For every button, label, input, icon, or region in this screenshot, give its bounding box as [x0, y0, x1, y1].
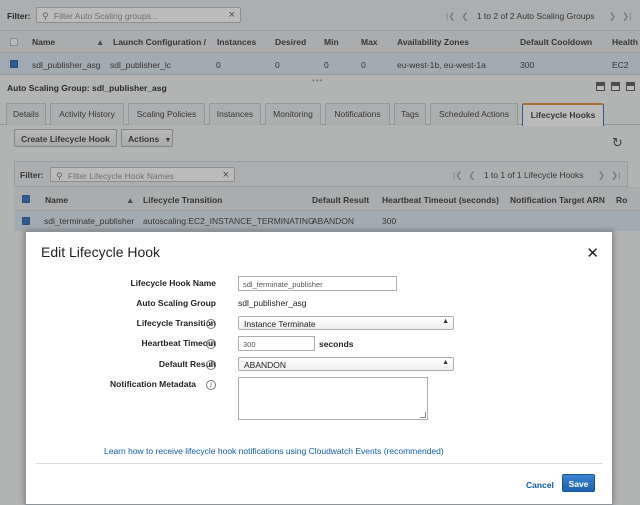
dialog-title: Edit Lifecycle Hook [41, 244, 161, 260]
lifecycle-transition-select[interactable]: Instance Terminate ▲ [238, 316, 454, 330]
dialog-divider [36, 463, 602, 464]
notification-metadata-textarea[interactable] [238, 377, 428, 420]
heartbeat-unit: seconds [319, 339, 354, 349]
transition-selected: Instance Terminate [244, 319, 316, 329]
default-result-select[interactable]: ABANDON ▲ [238, 357, 454, 371]
info-icon[interactable]: i [206, 319, 216, 329]
app-window: Filter: ⚲ Filter Auto Scaling groups... … [0, 0, 640, 505]
default-result-label: Default Result [158, 359, 216, 369]
heartbeat-field[interactable]: 300 [238, 336, 315, 351]
hook-name-label: Lifecycle Hook Name [130, 278, 216, 288]
select-arrows-icon: ▲ [442, 359, 449, 366]
edit-lifecycle-hook-dialog: Edit Lifecycle Hook ✕ Lifecycle Hook Nam… [25, 231, 613, 505]
asg-value: sdl_publisher_asg [238, 298, 307, 308]
metadata-label: Notification Metadata [110, 379, 196, 389]
transition-label: Lifecycle Transition [136, 318, 216, 328]
asg-label: Auto Scaling Group [136, 298, 216, 308]
default-result-selected: ABANDON [244, 360, 287, 370]
hook-name-field[interactable]: sdl_terminate_publisher [238, 276, 397, 291]
info-icon[interactable]: i [206, 360, 216, 370]
close-icon[interactable]: ✕ [586, 244, 599, 262]
info-icon[interactable]: i [206, 380, 216, 390]
cloudwatch-events-link[interactable]: Learn how to receive lifecycle hook noti… [104, 446, 444, 456]
heartbeat-label: Heartbeat Timeout [141, 338, 216, 348]
select-arrows-icon: ▲ [442, 318, 449, 325]
save-button[interactable]: Save [562, 474, 595, 492]
info-icon[interactable]: i [206, 339, 216, 349]
cancel-button[interactable]: Cancel [526, 480, 554, 490]
